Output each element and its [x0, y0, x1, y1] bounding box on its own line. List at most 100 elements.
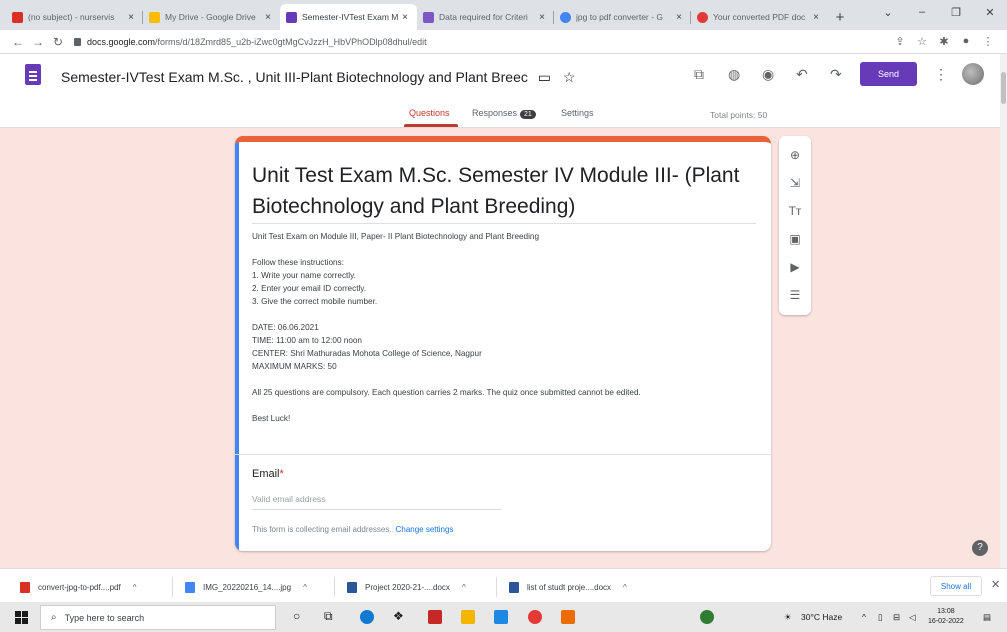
browser-tab-active[interactable]: Semester-IVTest Exam M × — [280, 4, 417, 30]
redo-icon[interactable]: ↷ — [830, 66, 842, 83]
close-tab-icon[interactable]: × — [399, 12, 411, 23]
forward-icon[interactable]: → — [28, 35, 48, 49]
app-icon[interactable] — [561, 610, 575, 624]
add-title-icon[interactable]: Tт — [779, 204, 811, 218]
show-all-button[interactable]: Show all — [930, 576, 982, 596]
instructions-header: Follow these instructions: — [252, 258, 344, 267]
help-icon[interactable]: ? — [972, 540, 988, 556]
reload-icon[interactable]: ↻ — [48, 35, 68, 49]
question-toolbar: ⊕ ⇲ Tт ▣ ▶ ☰ — [779, 136, 811, 315]
avatar[interactable] — [962, 63, 984, 85]
exam-date: DATE: 06.06.2021 — [252, 323, 319, 332]
chevron-up-icon[interactable]: ^ — [133, 583, 137, 592]
preview-icon[interactable]: ◉ — [762, 66, 774, 83]
responses-count-badge: 21 — [520, 110, 536, 119]
profile-icon[interactable]: ● — [955, 35, 977, 48]
form-description[interactable]: Unit Test Exam on Module III, Paper- II … — [252, 230, 752, 438]
download-item[interactable]: Project 2020-21-....docx ^ — [347, 579, 466, 595]
close-tab-icon[interactable]: × — [125, 12, 137, 23]
chevron-up-icon[interactable]: ^ — [303, 583, 307, 592]
close-window-icon[interactable]: ✕ — [973, 0, 1007, 24]
page-scrollbar[interactable] — [1000, 54, 1007, 568]
download-item[interactable]: convert-jpg-to-pdf....pdf ^ — [20, 579, 136, 595]
exam-center: CENTER: Shri Mathuradas Mohota College o… — [252, 349, 482, 358]
palette-icon[interactable]: ◍ — [728, 66, 740, 83]
share-icon[interactable]: ⇪ — [889, 35, 911, 48]
back-icon[interactable]: ← — [8, 35, 28, 49]
close-tab-icon[interactable]: × — [673, 12, 685, 23]
new-tab-button[interactable]: + — [828, 4, 852, 30]
addon-icon[interactable]: ⧉ — [694, 66, 704, 83]
exam-rules: All 25 questions are compulsory. Each qu… — [252, 388, 641, 397]
send-button[interactable]: Send — [860, 62, 917, 86]
file-explorer-icon[interactable] — [461, 610, 475, 624]
battery-icon[interactable]: ▯ — [878, 612, 883, 623]
download-filename: IMG_20220216_14....jpg — [203, 582, 292, 592]
windows-start-icon[interactable] — [15, 611, 28, 624]
word-file-icon — [347, 581, 357, 593]
cortana-icon[interactable]: ○ — [293, 609, 300, 623]
chevron-up-icon[interactable]: ^ — [462, 583, 466, 592]
browser-tab[interactable]: Your converted PDF doc × — [691, 4, 828, 30]
bookmark-star-icon[interactable]: ☆ — [911, 35, 933, 48]
tab-search-icon[interactable]: ⌄ — [871, 0, 905, 24]
add-question-icon[interactable]: ⊕ — [779, 148, 811, 162]
folder-icon[interactable]: ▭ — [538, 69, 551, 85]
undo-icon[interactable]: ↶ — [796, 66, 808, 83]
weather-icon[interactable]: ☀ — [784, 612, 792, 623]
form-header-card[interactable]: Unit Test Exam M.Sc. Semester IV Module … — [235, 136, 771, 551]
system-clock[interactable]: 13:08 16-02-2022 — [928, 607, 964, 627]
tab-responses[interactable]: Responses 21 — [472, 108, 536, 119]
tab-questions[interactable]: Questions — [409, 108, 450, 118]
tab-responses-label: Responses — [472, 108, 518, 118]
notifications-icon[interactable]: ▤ — [983, 612, 991, 623]
change-settings-link[interactable]: Change settings — [396, 525, 454, 534]
window-controls: ⌄ – ❐ ✕ — [871, 0, 1007, 24]
network-icon[interactable]: ⊟ — [893, 612, 900, 623]
browser-menu-icon[interactable]: ⋮ — [977, 35, 999, 48]
close-tab-icon[interactable]: × — [536, 12, 548, 23]
extensions-icon[interactable]: ✱ — [933, 35, 955, 48]
download-item[interactable]: list of studt proje....docx ^ — [509, 579, 627, 595]
tab-settings[interactable]: Settings — [561, 108, 594, 118]
browser-tab[interactable]: (no subject) - nurservis × — [6, 4, 143, 30]
download-separator — [334, 577, 335, 597]
weather-text[interactable]: 30°C Haze — [801, 612, 842, 622]
form-title[interactable]: Semester-IVTest Exam M.Sc. , Unit III-Pl… — [61, 69, 528, 85]
close-downloads-icon[interactable]: ✕ — [991, 578, 1000, 591]
edge-icon[interactable] — [360, 610, 374, 624]
tray-app-icon[interactable] — [700, 610, 714, 624]
volume-icon[interactable]: ◁ — [909, 612, 916, 623]
url-field[interactable]: docs.google.com /forms/d/18Zmrd85_u2b-iZ… — [74, 37, 889, 47]
scrollbar-thumb[interactable] — [1001, 72, 1006, 104]
form-heading[interactable]: Unit Test Exam M.Sc. Semester IV Module … — [252, 160, 756, 224]
close-tab-icon[interactable]: × — [810, 12, 822, 23]
task-view-icon[interactable]: ⧉ — [324, 609, 333, 624]
email-collection-note: This form is collecting email addresses.… — [252, 525, 453, 534]
more-options-icon[interactable]: ⋮ — [934, 66, 948, 83]
browser-tab[interactable]: My Drive - Google Drive × — [143, 4, 280, 30]
taskbar-search[interactable]: ⌕ Type here to search — [40, 605, 276, 630]
close-tab-icon[interactable]: × — [262, 12, 274, 23]
dropbox-icon[interactable]: ❖ — [393, 609, 404, 623]
download-separator — [496, 577, 497, 597]
email-field[interactable]: Valid email address — [252, 494, 502, 510]
add-video-icon[interactable]: ▶ — [779, 260, 811, 274]
download-item[interactable]: IMG_20220216_14....jpg ^ — [185, 579, 307, 595]
store-icon[interactable] — [494, 610, 508, 624]
star-icon[interactable]: ☆ — [563, 69, 576, 85]
app-icon[interactable] — [428, 610, 442, 624]
google-forms-logo-icon[interactable] — [25, 64, 41, 85]
add-section-icon[interactable]: ☰ — [779, 288, 811, 302]
browser-tab[interactable]: jpg to pdf converter - G × — [554, 4, 691, 30]
import-questions-icon[interactable]: ⇲ — [779, 176, 811, 190]
chrome-icon[interactable] — [528, 610, 542, 624]
chevron-up-icon[interactable]: ^ — [623, 583, 627, 592]
restore-icon[interactable]: ❐ — [939, 0, 973, 24]
browser-tab-strip: (no subject) - nurservis × My Drive - Go… — [0, 0, 1007, 30]
tab-label: My Drive - Google Drive — [165, 12, 256, 22]
minimize-icon[interactable]: – — [905, 0, 939, 24]
tray-expand-icon[interactable]: ^ — [862, 612, 866, 622]
add-image-icon[interactable]: ▣ — [779, 232, 811, 246]
browser-tab[interactable]: Data required for Criteri × — [417, 4, 554, 30]
